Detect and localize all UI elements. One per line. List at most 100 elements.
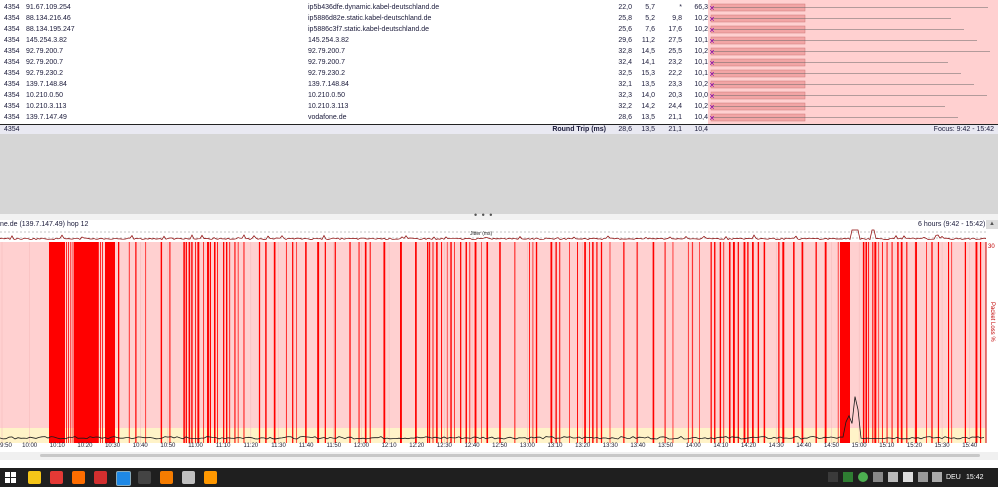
time-tick-label: 11:50 xyxy=(326,443,342,449)
horizontal-scrollbar[interactable] xyxy=(0,452,998,460)
loss-bar xyxy=(559,242,561,443)
splitter-grip-icon[interactable]: • • • xyxy=(474,210,493,220)
loss-bar xyxy=(486,242,489,443)
hop-hostname: 139.7.148.84 xyxy=(308,81,349,88)
loss-bar xyxy=(862,242,865,443)
loss-bar xyxy=(499,242,501,443)
time-tick-label: 10:30 xyxy=(105,443,121,449)
table-row[interactable]: 4354 139.7.148.84 139.7.148.84 32,1 13,5 23,3… xyxy=(0,79,998,90)
loss-bar xyxy=(135,242,137,443)
loss-bar xyxy=(589,242,590,443)
hop-count: 4354 xyxy=(4,103,20,110)
start-button[interactable] xyxy=(4,471,17,484)
tray-battery-icon[interactable] xyxy=(888,472,898,482)
hop-hostname: ip5886c3f7.static.kabel-deutschland.de xyxy=(308,26,430,33)
time-tick-label: 15:40 xyxy=(962,443,978,449)
current-marker-icon: ✕ xyxy=(709,17,715,24)
loss-bar xyxy=(128,242,130,443)
hop-ip: 145.254.3.82 xyxy=(26,37,67,44)
loss-bar xyxy=(881,242,883,443)
hop-min: 11,2 xyxy=(641,37,655,44)
hop-cur: 24,4 xyxy=(668,103,682,110)
app-icon[interactable] xyxy=(138,471,151,484)
hop-max: 10,2 xyxy=(694,81,708,88)
loss-bar xyxy=(436,242,438,443)
loss-bar xyxy=(98,242,99,443)
tray-wifi-icon[interactable] xyxy=(918,472,928,482)
table-row[interactable]: 4354 88.134.195.247 ip5886c3f7.static.kabe… xyxy=(0,24,998,35)
time-tick-label: 12:00 xyxy=(353,443,369,449)
language-indicator[interactable]: DEU xyxy=(946,468,961,487)
loss-bar xyxy=(317,242,320,443)
antivirus-icon[interactable] xyxy=(160,471,173,484)
hop-min: 14,5 xyxy=(641,48,655,55)
hop-cur: 21,1 xyxy=(668,114,682,121)
table-row[interactable]: 4354 10.210.0.50 10.210.0.50 32,3 14,0 20,3 10… xyxy=(0,90,998,101)
time-range-label[interactable]: 6 hours (9:42 - 15:42) xyxy=(918,220,985,229)
loss-bar xyxy=(68,242,69,443)
table-row[interactable]: 4354 92.79.200.7 92.79.200.7 32,8 14,5 25,5 10… xyxy=(0,46,998,57)
loss-bar xyxy=(878,242,880,443)
scroll-up-button[interactable]: ▲ xyxy=(986,220,998,229)
firefox-icon[interactable] xyxy=(72,471,85,484)
hop-mini-chart: ✕ xyxy=(709,113,958,122)
tray-sync-icon[interactable] xyxy=(858,472,868,482)
vlc-icon[interactable] xyxy=(204,471,217,484)
loss-bar xyxy=(197,242,200,443)
loss-bar xyxy=(757,242,760,443)
hops-table: 4354 91.67.109.254 ip5b436dfe.dynamic.kabe… xyxy=(0,0,998,124)
loss-bar xyxy=(737,242,739,443)
clock[interactable]: 15:42 xyxy=(966,468,984,487)
loss-bar xyxy=(872,242,874,443)
file-explorer-icon[interactable] xyxy=(28,471,41,484)
time-tick-label: 14:30 xyxy=(768,443,784,449)
tray-keyboard-icon[interactable] xyxy=(932,472,942,482)
time-tick-label: 15:20 xyxy=(906,443,922,449)
loss-bar xyxy=(979,242,982,443)
table-row[interactable]: 4354 139.7.147.49 vodafone.de 28,6 13,5 21,1 1… xyxy=(0,112,998,123)
loss-bar xyxy=(450,242,452,443)
hop-hostname: 92.79.230.2 xyxy=(308,70,345,77)
chrome-icon[interactable] xyxy=(50,471,63,484)
time-tick-label: 14:10 xyxy=(713,443,729,449)
graph-title: ne.de (139.7.147.49) hop 12 xyxy=(0,221,89,228)
loss-bar xyxy=(532,242,534,443)
loss-bar xyxy=(926,242,927,443)
hop-hostname: ip5886d82e.static.kabel-deutschland.de xyxy=(308,15,432,22)
photo-icon[interactable] xyxy=(116,471,131,486)
tray-monitor-icon[interactable] xyxy=(828,472,838,482)
time-tick-label: 10:50 xyxy=(160,443,176,449)
hop-ip: 139.7.148.84 xyxy=(26,81,67,88)
tray-app-icon[interactable] xyxy=(843,472,853,482)
hop-ip: 92.79.230.2 xyxy=(26,70,63,77)
hop-min: 13,5 xyxy=(641,114,655,121)
loss-bar xyxy=(652,242,655,443)
loss-bar xyxy=(364,242,367,443)
loss-bar xyxy=(188,242,191,443)
loss-bar xyxy=(577,242,578,443)
loss-bar xyxy=(209,242,211,443)
table-row[interactable]: 4354 91.67.109.254 ip5b436dfe.dynamic.kabe… xyxy=(0,2,998,13)
hop-hostname: 10.210.3.113 xyxy=(308,103,349,110)
table-row[interactable]: 4354 92.79.230.2 92.79.230.2 32,5 15,3 22,2 10… xyxy=(0,68,998,79)
time-tick-label: 13:30 xyxy=(602,443,618,449)
table-row[interactable]: 4354 88.134.216.46 ip5886d82e.static.kabel… xyxy=(0,13,998,24)
table-row[interactable]: 4354 145.254.3.82 145.254.3.82 29,6 11,2 27,5… xyxy=(0,35,998,46)
tray-network-icon[interactable] xyxy=(873,472,883,482)
hop-hostname: 92.79.200.7 xyxy=(308,59,345,66)
loss-bar xyxy=(454,242,455,443)
table-row[interactable]: 4354 92.79.200.7 92.79.200.7 32,4 14,1 23,2 10… xyxy=(0,57,998,68)
loss-bar xyxy=(160,242,163,443)
time-tick-label: 13:50 xyxy=(658,443,674,449)
time-tick-label: 15:30 xyxy=(934,443,950,449)
loss-bar xyxy=(481,242,482,443)
scrollbar-thumb[interactable] xyxy=(40,454,980,457)
hop-count: 4354 xyxy=(4,37,20,44)
loss-bar xyxy=(897,242,899,443)
hop-cur: 17,6 xyxy=(668,26,682,33)
pdf-icon[interactable] xyxy=(94,471,107,484)
table-row[interactable]: 4354 10.210.3.113 10.210.3.113 32,2 14,2 24,4… xyxy=(0,101,998,112)
loss-bar xyxy=(460,242,462,443)
tool-icon[interactable] xyxy=(182,471,195,484)
tray-speaker-icon[interactable] xyxy=(903,472,913,482)
